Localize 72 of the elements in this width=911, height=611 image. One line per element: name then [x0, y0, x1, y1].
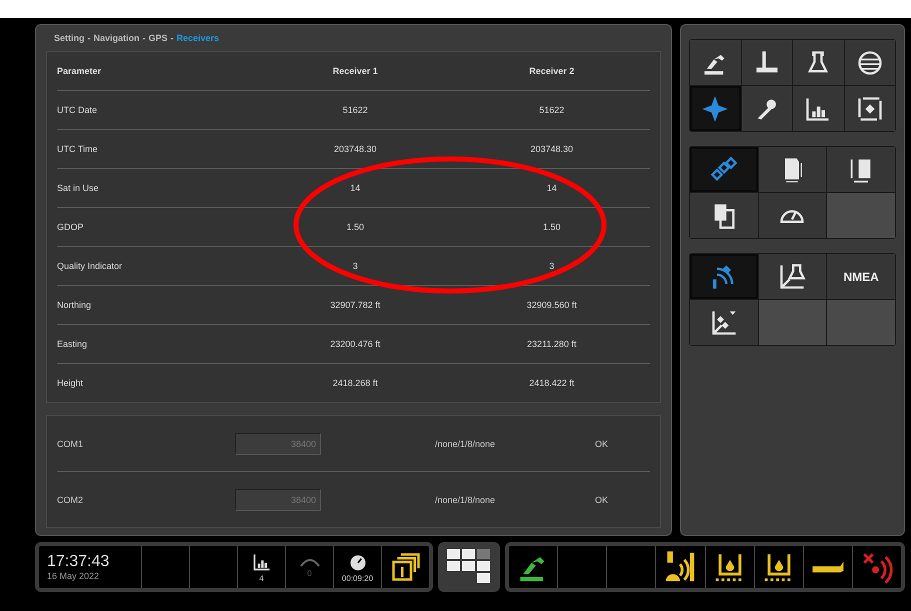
port-status: OK [595, 494, 610, 504]
breadcrumb-item[interactable]: Receivers [176, 33, 220, 43]
table-cell-text: 51622 [342, 105, 369, 115]
port-name: COM2 [57, 494, 84, 504]
menu-button[interactable] [758, 254, 826, 299]
table-cell-text: 203748.30 [529, 144, 574, 154]
table-cell-text: 2418.422 ft [528, 378, 576, 388]
menu-button[interactable] [690, 300, 758, 345]
menu-button[interactable] [742, 40, 792, 85]
menu-button[interactable] [758, 193, 826, 238]
table-cell-text: Sat in Use [57, 183, 100, 193]
table-cell-text: 51622 [538, 105, 566, 115]
clock-date: 16 May 2022 [47, 571, 100, 581]
table-cell-text: 23200.476 ft [329, 339, 382, 349]
menu-button[interactable] [827, 147, 895, 192]
column-header: Receiver 1 [332, 66, 379, 76]
menu-button[interactable] [758, 147, 826, 192]
compass-icon [701, 94, 730, 122]
menu-button[interactable] [690, 40, 740, 85]
table-cell-text: 32907.782 ft [329, 300, 382, 310]
status-value: 4 [259, 574, 264, 582]
menu-button[interactable] [793, 40, 844, 85]
menu-button[interactable] [690, 254, 758, 299]
port-settings: /none/1/8/none [435, 438, 496, 448]
port-name: COM1 [57, 438, 84, 448]
clock-time: 17:37:43 [47, 553, 110, 571]
satellite-icon [710, 156, 738, 184]
table-cell-text: Quality Indicator [57, 261, 124, 271]
menu-button[interactable] [690, 86, 740, 131]
status-value: 0 [307, 568, 312, 578]
port-status: OK [595, 438, 610, 448]
menu-button[interactable] [690, 193, 758, 238]
table-cell-text: 2418.268 ft [332, 378, 379, 388]
table-cell-text: UTC Date [57, 105, 98, 115]
axes-satellite-icon [710, 308, 738, 336]
menu-button[interactable] [742, 86, 792, 131]
table-cell-text: Height [57, 378, 84, 388]
menu-button[interactable] [793, 86, 844, 131]
table-cell-text: 23211.280 ft [526, 339, 578, 349]
status-value: 00:09:20 [342, 574, 374, 582]
axes-bucket-icon [778, 262, 806, 290]
chart-icon [252, 552, 272, 572]
globe-icon [856, 48, 884, 76]
grid-icon [447, 549, 491, 585]
breadcrumb-separator: - [170, 33, 174, 43]
table-cell-text: 32909.560 ft [526, 300, 578, 310]
table-cell-text: 1.50 [345, 222, 366, 232]
table-cell-text: 14 [546, 183, 558, 193]
table-cell-text: Northing [57, 300, 92, 310]
transform-icon [856, 94, 884, 122]
breadcrumb-item[interactable]: GPS [148, 33, 168, 43]
table-cell-text: 3 [548, 261, 556, 271]
table-cell-text: 1.50 [542, 222, 562, 232]
nmea-button[interactable]: NMEA [827, 254, 895, 299]
column-header: Receiver 2 [528, 66, 576, 76]
port-settings: /none/1/8/none [435, 494, 496, 504]
table-cell-text: GDOP [57, 222, 85, 232]
menu-button[interactable] [844, 40, 895, 85]
breadcrumb-item[interactable]: Setting [54, 33, 84, 43]
grid-button[interactable] [438, 542, 500, 592]
table-cell-text: 203748.30 [332, 144, 378, 154]
table-cell-text: 14 [349, 183, 362, 193]
curve-icon [300, 556, 320, 566]
menu-button[interactable] [844, 86, 895, 131]
table-cell-text: 3 [352, 261, 359, 271]
column-header: Parameter [57, 66, 102, 76]
menu-button[interactable] [690, 147, 758, 192]
breadcrumb-separator: - [142, 33, 146, 43]
table-cell-text: UTC Time [57, 144, 98, 154]
breadcrumb-item[interactable]: Navigation [94, 33, 140, 43]
breadcrumb-separator: - [88, 33, 90, 43]
table-cell-text: Easting [57, 339, 88, 349]
